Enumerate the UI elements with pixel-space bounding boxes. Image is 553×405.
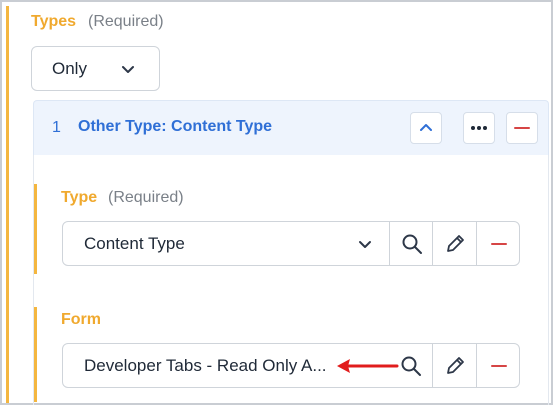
types-accent-bar [6, 6, 9, 403]
minus-icon [490, 364, 507, 368]
form-accent-bar [34, 307, 37, 402]
panel-frame: Types (Required) Only 1 Other Type: Cont… [0, 0, 553, 405]
form-select[interactable]: Developer Tabs - Read Only A... [62, 343, 520, 388]
form-remove-button[interactable] [476, 344, 520, 387]
type-label: Type [61, 189, 98, 206]
pencil-icon [444, 355, 466, 377]
form-label: Form [61, 311, 101, 328]
pencil-icon [444, 233, 466, 255]
types-required-text: (Required) [88, 13, 164, 30]
chevron-up-icon [418, 120, 434, 136]
type-select[interactable]: Content Type [62, 221, 520, 266]
type-search-button[interactable] [389, 222, 433, 265]
group-index: 1 [52, 119, 61, 136]
types-label: Types [31, 13, 77, 30]
group-title[interactable]: Other Type: Content Type [78, 118, 272, 136]
group-more-button[interactable] [463, 112, 495, 144]
collapse-group-button[interactable] [410, 112, 442, 144]
form-select-value: Developer Tabs - Read Only A... [84, 356, 327, 375]
form-edit-button[interactable] [432, 344, 476, 387]
type-group-header: 1 Other Type: Content Type [33, 100, 549, 155]
type-select-value: Content Type [84, 234, 185, 253]
type-accent-bar [34, 184, 37, 274]
remove-group-button[interactable] [506, 112, 538, 144]
search-icon [400, 355, 422, 377]
search-icon [401, 233, 423, 255]
minus-icon [490, 242, 507, 246]
arrow-left-icon [335, 357, 399, 375]
chevron-down-icon [120, 61, 136, 77]
type-remove-button[interactable] [476, 222, 520, 265]
minus-icon [514, 126, 530, 130]
type-required-text: (Required) [108, 189, 184, 206]
more-horizontal-icon [470, 125, 488, 131]
chevron-down-icon[interactable] [347, 222, 383, 265]
type-edit-button[interactable] [432, 222, 476, 265]
types-select[interactable]: Only [31, 46, 160, 91]
types-select-value: Only [52, 58, 87, 78]
